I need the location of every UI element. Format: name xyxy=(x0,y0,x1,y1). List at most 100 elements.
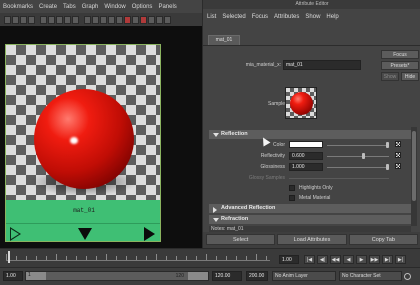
play-backwards-button[interactable]: ◀ xyxy=(343,255,354,264)
timeline-tick xyxy=(166,256,167,260)
tool-icon[interactable] xyxy=(72,15,79,24)
timeline-tick xyxy=(76,256,77,260)
menu-selected[interactable]: Selected xyxy=(222,14,245,20)
glossiness-slider[interactable] xyxy=(327,164,389,170)
character-set-dropdown[interactable]: No Character Set xyxy=(339,271,402,281)
presets-button[interactable]: Presets* xyxy=(381,61,419,70)
map-button-icon[interactable] xyxy=(395,152,401,158)
menu-panels[interactable]: Panels xyxy=(158,4,176,10)
end-time-field[interactable]: 120.00 xyxy=(212,271,242,281)
attribute-scrollbar[interactable] xyxy=(411,127,417,226)
tool-icon[interactable] xyxy=(28,15,35,24)
tool-icon[interactable] xyxy=(156,15,163,24)
timeline-tick xyxy=(206,254,207,260)
menu-help[interactable]: Help xyxy=(326,14,338,20)
step-forward-key-button[interactable]: ▶| xyxy=(382,255,393,264)
slider-knob[interactable] xyxy=(386,142,389,148)
menu-tabs[interactable]: Tabs xyxy=(63,4,76,10)
reflectivity-slider-knob[interactable] xyxy=(362,153,365,159)
menu-attributes[interactable]: Attributes xyxy=(274,14,299,20)
auto-key-icon[interactable] xyxy=(404,273,411,280)
go-to-start-button[interactable]: |◀ xyxy=(304,255,315,264)
show-button[interactable]: Show xyxy=(381,72,399,81)
time-slider: 1.00 |◀ ◀| ◀◀ ◀ ▶ ▶▶ ▶| ▶| xyxy=(0,248,420,267)
node-name-input[interactable]: mat_01 xyxy=(283,60,361,70)
tool-icon[interactable] xyxy=(56,15,63,24)
timeline-track[interactable] xyxy=(6,253,270,261)
hide-button[interactable]: Hide xyxy=(401,72,419,81)
render-icon[interactable] xyxy=(124,15,131,24)
menu-create[interactable]: Create xyxy=(39,4,57,10)
range-end-handle[interactable] xyxy=(188,272,208,280)
timeline-tick xyxy=(86,256,87,260)
map-button-icon[interactable] xyxy=(395,163,401,169)
section-reflection[interactable]: Reflection xyxy=(209,130,411,139)
start-time-field[interactable]: 1.00 xyxy=(3,271,23,281)
tool-icon[interactable] xyxy=(132,15,139,24)
section-refraction[interactable]: Refraction xyxy=(209,215,411,224)
playback-range-bar[interactable]: 1 120 xyxy=(25,271,209,281)
step-back-key-button[interactable]: ◀| xyxy=(317,255,328,264)
tool-icon[interactable] xyxy=(4,15,11,24)
tool-icon[interactable] xyxy=(48,15,55,24)
tool-icon[interactable] xyxy=(64,15,71,24)
tool-icon[interactable] xyxy=(148,15,155,24)
menu-bookmarks[interactable]: Bookmarks xyxy=(3,4,33,10)
attribute-editor: Attribute Editor List Selected Focus Att… xyxy=(202,0,420,248)
play-forwards-button[interactable]: ▶ xyxy=(356,255,367,264)
focus-button[interactable]: Focus xyxy=(381,50,419,59)
menu-options[interactable]: Options xyxy=(132,4,153,10)
tool-icon[interactable] xyxy=(20,15,27,24)
tool-icon[interactable] xyxy=(40,15,47,24)
range-start-handle[interactable]: 1 xyxy=(26,272,46,280)
ae-bottom-buttons: Select Load Attributes Copy Tab xyxy=(203,232,420,248)
go-to-end-button[interactable]: ▶| xyxy=(395,255,406,264)
load-attributes-button[interactable]: Load Attributes xyxy=(277,234,347,245)
tab-mat-01[interactable]: mat_01 xyxy=(208,35,240,45)
tool-icon[interactable] xyxy=(84,15,91,24)
copy-tab-button[interactable]: Copy Tab xyxy=(348,234,418,245)
step-back-frame-button[interactable]: ◀◀ xyxy=(330,255,341,264)
menu-window[interactable]: Window xyxy=(104,4,125,10)
glossiness-slider-knob[interactable] xyxy=(386,164,389,170)
menu-focus[interactable]: Focus xyxy=(252,14,268,20)
reflectivity-slider[interactable] xyxy=(327,153,389,159)
expand-triangle-icon xyxy=(213,218,219,222)
section-reflection-label: Reflection xyxy=(221,131,248,137)
range-slider: 1.00 1 120 120.00 200.00 No Anim Layer N… xyxy=(0,267,420,285)
highlights-only-label: Highlights Only xyxy=(299,185,333,191)
tool-icon[interactable] xyxy=(12,15,19,24)
play-icon[interactable] xyxy=(144,227,155,241)
color-slider[interactable] xyxy=(327,142,389,148)
reflectivity-field[interactable]: 0.600 xyxy=(289,152,323,160)
tool-icon[interactable] xyxy=(116,15,123,24)
scrollbar-thumb[interactable] xyxy=(412,131,416,201)
menu-graph[interactable]: Graph xyxy=(82,4,99,10)
glossiness-field[interactable]: 1.000 xyxy=(289,163,323,171)
tool-icon[interactable] xyxy=(100,15,107,24)
section-advanced-reflection-label: Advanced Reflection xyxy=(221,205,276,211)
material-preview-panel[interactable]: mat_01 xyxy=(5,44,161,242)
menu-show[interactable]: Show xyxy=(305,14,320,20)
tab-divider xyxy=(203,45,420,46)
tool-icon[interactable] xyxy=(108,15,115,24)
menu-list[interactable]: List xyxy=(207,14,216,20)
current-frame-field[interactable]: 1.00 xyxy=(279,255,299,264)
color-swatch[interactable] xyxy=(289,141,323,148)
highlights-only-checkbox[interactable] xyxy=(289,185,295,191)
total-end-field[interactable]: 200.00 xyxy=(246,271,268,281)
anim-layer-dropdown[interactable]: No Anim Layer xyxy=(272,271,336,281)
sample-swatch[interactable] xyxy=(285,87,317,119)
triangle-down-icon[interactable] xyxy=(78,228,92,240)
current-time-indicator[interactable] xyxy=(8,251,10,263)
step-forward-frame-button[interactable]: ▶▶ xyxy=(369,255,380,264)
metal-material-checkbox[interactable] xyxy=(289,195,295,201)
tool-icon[interactable] xyxy=(92,15,99,24)
section-advanced-reflection[interactable]: Advanced Reflection xyxy=(209,204,411,213)
render-icon[interactable] xyxy=(140,15,147,24)
play-outline-icon[interactable] xyxy=(10,227,21,241)
map-button-icon[interactable] xyxy=(395,141,401,147)
select-button[interactable]: Select xyxy=(206,234,276,245)
timeline-tick xyxy=(126,256,127,260)
tool-icon[interactable] xyxy=(164,15,171,24)
